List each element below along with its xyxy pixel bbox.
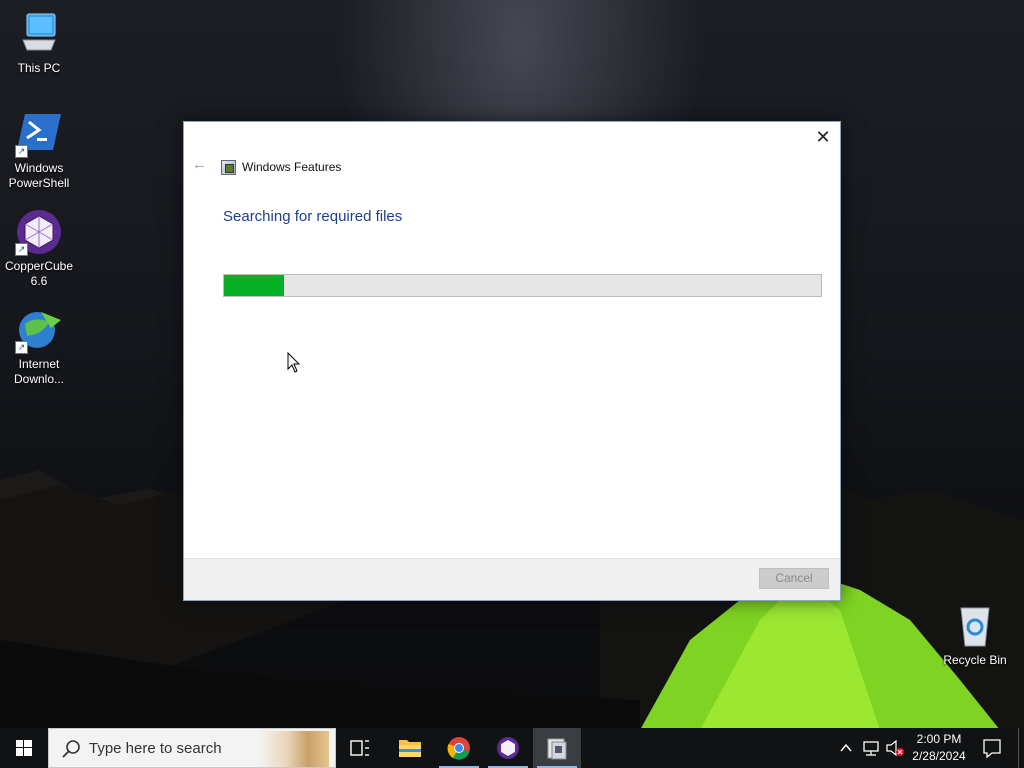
mouse-cursor-icon bbox=[287, 352, 301, 373]
windows-features-icon bbox=[547, 738, 567, 760]
file-explorer-icon bbox=[399, 740, 421, 757]
close-button[interactable]: ✕ bbox=[812, 126, 834, 148]
desktop-icon-coppercube[interactable]: ↗ CopperCube 6.6 bbox=[0, 208, 78, 289]
desktop-icon-windows-powershell[interactable]: ↗ Windows PowerShell bbox=[0, 110, 78, 191]
desktop-icon-label: CopperCube 6.6 bbox=[4, 259, 74, 288]
desktop-icon-internet-download-manager[interactable]: ↗ Internet Downlo... bbox=[0, 306, 78, 387]
show-desktop-button[interactable] bbox=[1018, 728, 1024, 768]
back-arrow-icon: ← bbox=[192, 156, 207, 173]
coppercube-taskbar-button[interactable] bbox=[484, 728, 532, 768]
this-pc-icon bbox=[15, 10, 63, 58]
clock-date: 2/28/2024 bbox=[912, 749, 966, 763]
desktop-icon-label: This PC bbox=[17, 61, 61, 75]
shortcut-arrow-icon: ↗ bbox=[15, 341, 28, 354]
windows-features-taskbar-button[interactable] bbox=[533, 728, 581, 768]
cancel-button[interactable]: Cancel bbox=[759, 568, 829, 589]
powershell-icon: ↗ bbox=[15, 110, 63, 158]
progress-fill bbox=[224, 275, 284, 296]
recycle-bin-icon bbox=[951, 602, 999, 650]
desktop-icon-label: Windows PowerShell bbox=[8, 161, 70, 190]
desktop-icon-this-pc[interactable]: This PC bbox=[0, 10, 78, 76]
volume-muted-icon bbox=[886, 739, 904, 757]
chrome-button[interactable] bbox=[435, 728, 483, 768]
clock[interactable]: 2:00 PM 2/28/2024 bbox=[904, 731, 974, 765]
task-view-button[interactable] bbox=[336, 728, 384, 768]
internet-download-manager-icon: ↗ bbox=[15, 306, 63, 354]
clock-time: 2:00 PM bbox=[916, 732, 962, 746]
network-icon bbox=[863, 741, 879, 756]
search-highlight-image bbox=[259, 731, 329, 767]
coppercube-icon: ↗ bbox=[15, 208, 63, 256]
volume-button[interactable] bbox=[884, 728, 906, 768]
desktop-icon-recycle-bin[interactable]: Recycle Bin bbox=[936, 602, 1014, 668]
action-center-button[interactable] bbox=[978, 728, 1006, 768]
taskbar: Type here to search 2:00 PM 2/28/2024 bbox=[0, 728, 1024, 768]
network-button[interactable] bbox=[860, 728, 882, 768]
windows-features-dialog: ✕ ← Windows Features Searching for requi… bbox=[183, 121, 841, 601]
chevron-up-icon bbox=[840, 743, 852, 752]
notification-icon bbox=[983, 739, 1001, 759]
start-button[interactable] bbox=[0, 728, 48, 768]
desktop-icon-label: Internet Downlo... bbox=[13, 357, 65, 386]
coppercube-icon bbox=[497, 737, 519, 759]
shortcut-arrow-icon: ↗ bbox=[15, 145, 28, 158]
windows-features-icon bbox=[221, 160, 236, 175]
chrome-icon bbox=[447, 737, 470, 760]
search-placeholder: Type here to search bbox=[89, 740, 222, 757]
windows-logo-icon bbox=[16, 740, 32, 756]
dialog-footer: Cancel bbox=[184, 558, 840, 600]
dialog-title: Windows Features bbox=[242, 160, 342, 174]
shortcut-arrow-icon: ↗ bbox=[15, 243, 28, 256]
status-heading: Searching for required files bbox=[223, 208, 403, 225]
tray-overflow-button[interactable] bbox=[836, 728, 856, 768]
file-explorer-button[interactable] bbox=[386, 728, 434, 768]
progress-bar bbox=[223, 274, 822, 297]
task-view-icon bbox=[350, 740, 369, 756]
search-icon bbox=[62, 740, 80, 758]
taskbar-search-box[interactable]: Type here to search bbox=[48, 728, 336, 768]
desktop-icon-label: Recycle Bin bbox=[943, 653, 1007, 667]
